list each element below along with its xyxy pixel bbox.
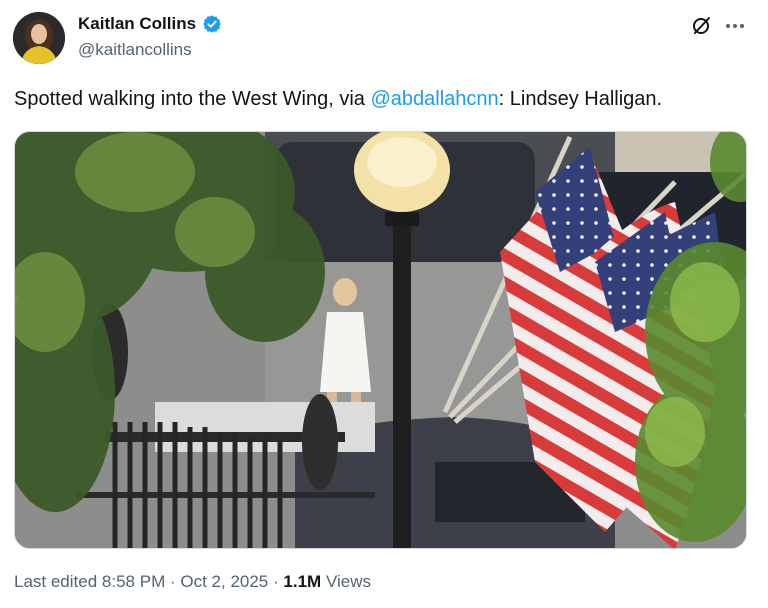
- tweet-time[interactable]: 8:58 PM: [102, 572, 165, 592]
- more-icon[interactable]: [723, 14, 747, 38]
- tweet-date[interactable]: Oct 2, 2025: [180, 572, 268, 592]
- tweet-text: Spotted walking into the West Wing, via …: [14, 86, 754, 112]
- views-count: 1.1M: [283, 572, 322, 591]
- edited-label[interactable]: Last edited: [14, 572, 97, 592]
- verified-badge-icon: [202, 14, 222, 34]
- mention-link[interactable]: @abdallahcnn: [370, 88, 498, 110]
- avatar[interactable]: [13, 12, 65, 64]
- tweet-meta: Last edited 8:58 PM · Oct 2, 2025 · 1.1M…: [14, 572, 371, 592]
- views-label: Views: [325, 572, 371, 591]
- tweet-media-image[interactable]: [14, 131, 747, 549]
- tweet-text-before: Spotted walking into the West Wing, via: [14, 88, 371, 110]
- author-display-name[interactable]: Kaitlan Collins: [78, 14, 196, 34]
- grok-icon[interactable]: [690, 14, 714, 38]
- tweet-text-after: : Lindsey Halligan.: [498, 88, 663, 110]
- author-handle[interactable]: @kaitlancollins: [78, 40, 192, 60]
- author-name-row: Kaitlan Collins: [78, 12, 222, 36]
